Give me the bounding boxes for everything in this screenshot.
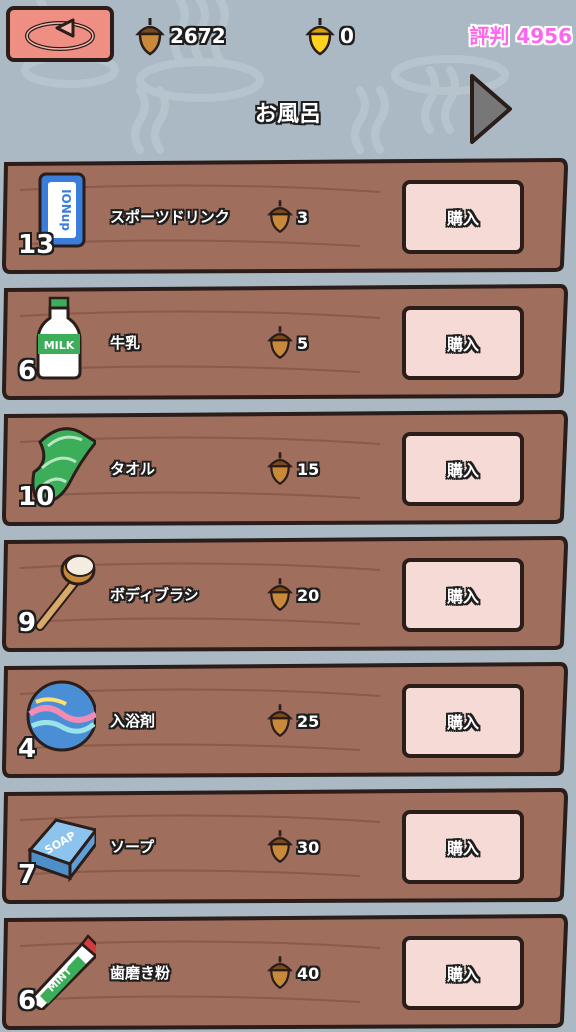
buy-button[interactable]: 購入 xyxy=(402,306,524,380)
acorn-icon xyxy=(267,326,293,360)
shop-item-row: 4 入浴剤 25 購入 xyxy=(0,660,576,780)
item-quantity: 6 xyxy=(18,356,37,386)
golden-acorn-icon xyxy=(305,18,335,56)
buy-button[interactable]: 購入 xyxy=(402,810,524,884)
acorn-icon xyxy=(267,200,293,234)
buy-button[interactable]: 購入 xyxy=(402,432,524,506)
item-name: 歯磨き粉 xyxy=(110,964,171,982)
shop-item-row: MINT 6 歯磨き粉 40 購入 xyxy=(0,912,576,1032)
acorn-count: 2672 xyxy=(170,24,226,48)
item-name: スポーツドリンク xyxy=(110,208,230,226)
acorn-icon xyxy=(135,18,165,56)
item-quantity: 4 xyxy=(18,734,37,764)
item-price: 30 xyxy=(297,838,320,857)
shop-item-row: IONup 13 スポーツドリンク 3 購入 xyxy=(0,156,576,276)
back-button[interactable] xyxy=(6,6,114,62)
item-name: タオル xyxy=(110,460,156,478)
item-name: 入浴剤 xyxy=(110,712,156,730)
buy-button[interactable]: 購入 xyxy=(402,180,524,254)
svg-text:MILK: MILK xyxy=(44,339,75,352)
acorn-icon xyxy=(267,578,293,612)
acorn-icon xyxy=(267,830,293,864)
item-quantity: 7 xyxy=(18,860,37,890)
item-quantity: 10 xyxy=(18,482,55,512)
shop-item-row: MILK 6 牛乳 5 購入 xyxy=(0,282,576,402)
item-name: 牛乳 xyxy=(110,334,141,352)
buy-button[interactable]: 購入 xyxy=(402,558,524,632)
acorn-icon xyxy=(267,956,293,990)
item-price: 5 xyxy=(297,334,309,353)
buy-button[interactable]: 購入 xyxy=(402,684,524,758)
item-quantity: 6 xyxy=(18,986,37,1016)
shop-item-row: SOAP 7 ソープ 30 購入 xyxy=(0,786,576,906)
buy-button[interactable]: 購入 xyxy=(402,936,524,1010)
reputation-label: 評判 4956 xyxy=(469,24,572,48)
golden-acorn-count: 0 xyxy=(340,24,354,48)
shop-item-row: 10 タオル 15 購入 xyxy=(0,408,576,528)
item-name: ボディブラシ xyxy=(110,586,199,604)
acorn-icon xyxy=(267,452,293,486)
acorn-currency: 2672 xyxy=(134,16,226,56)
item-quantity: 13 xyxy=(18,230,55,260)
header-bar: 2672 0 評判 4956 お風呂 xyxy=(0,0,576,150)
shop-item-row: 9 ボディブラシ 20 購入 xyxy=(0,534,576,654)
next-category-arrow-icon[interactable] xyxy=(468,72,514,146)
svg-text:IONup: IONup xyxy=(59,189,73,231)
item-price: 40 xyxy=(297,964,320,983)
item-price: 25 xyxy=(297,712,320,731)
acorn-icon xyxy=(267,704,293,738)
item-quantity: 9 xyxy=(18,608,37,638)
item-name: ソープ xyxy=(110,838,155,856)
golden-acorn-currency: 0 xyxy=(304,16,354,56)
item-price: 15 xyxy=(297,460,320,479)
back-arrow-icon xyxy=(25,18,95,51)
item-price: 20 xyxy=(297,586,320,605)
item-price: 3 xyxy=(297,208,309,227)
